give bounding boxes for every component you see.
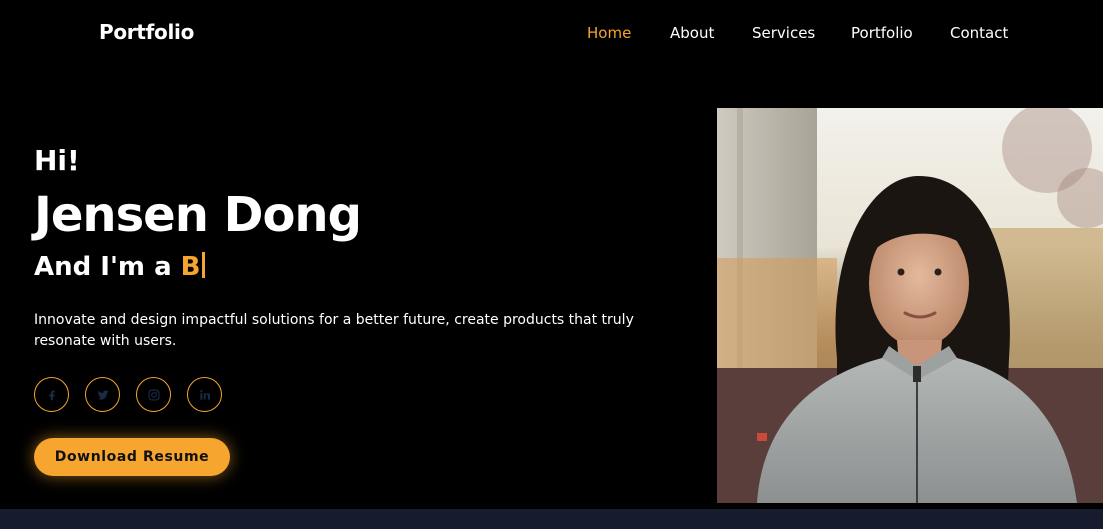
twitter-link[interactable] xyxy=(85,377,120,412)
facebook-icon xyxy=(48,390,55,400)
hero-role: And I'm a B xyxy=(34,252,205,282)
social-links xyxy=(34,377,234,412)
nav-links: Home About Services Portfolio Contact xyxy=(0,24,1103,44)
hero-name: Jensen Dong xyxy=(34,187,362,243)
linkedin-link[interactable] xyxy=(187,377,222,412)
instagram-link[interactable] xyxy=(136,377,171,412)
nav-contact[interactable]: Contact xyxy=(950,24,1008,42)
twitter-icon xyxy=(97,389,109,400)
role-prefix: And I'm a xyxy=(34,252,181,282)
role-typed-text: B xyxy=(180,252,201,282)
portrait-image xyxy=(717,108,1103,503)
download-resume-button[interactable]: Download Resume xyxy=(34,438,230,476)
facebook-link[interactable] xyxy=(34,377,69,412)
instagram-icon xyxy=(147,388,160,401)
nav-services[interactable]: Services xyxy=(752,24,815,42)
hero-greeting: Hi! xyxy=(34,144,80,177)
nav-home[interactable]: Home xyxy=(587,24,631,42)
linkedin-icon xyxy=(199,389,210,400)
profile-photo xyxy=(717,108,1103,503)
next-section-band xyxy=(0,509,1103,529)
nav-portfolio[interactable]: Portfolio xyxy=(851,24,913,42)
typing-cursor xyxy=(201,252,205,278)
navbar: Portfolio Home About Services Portfolio … xyxy=(0,0,1103,66)
nav-about[interactable]: About xyxy=(670,24,714,42)
hero-description: Innovate and design impactful solutions … xyxy=(34,312,634,349)
